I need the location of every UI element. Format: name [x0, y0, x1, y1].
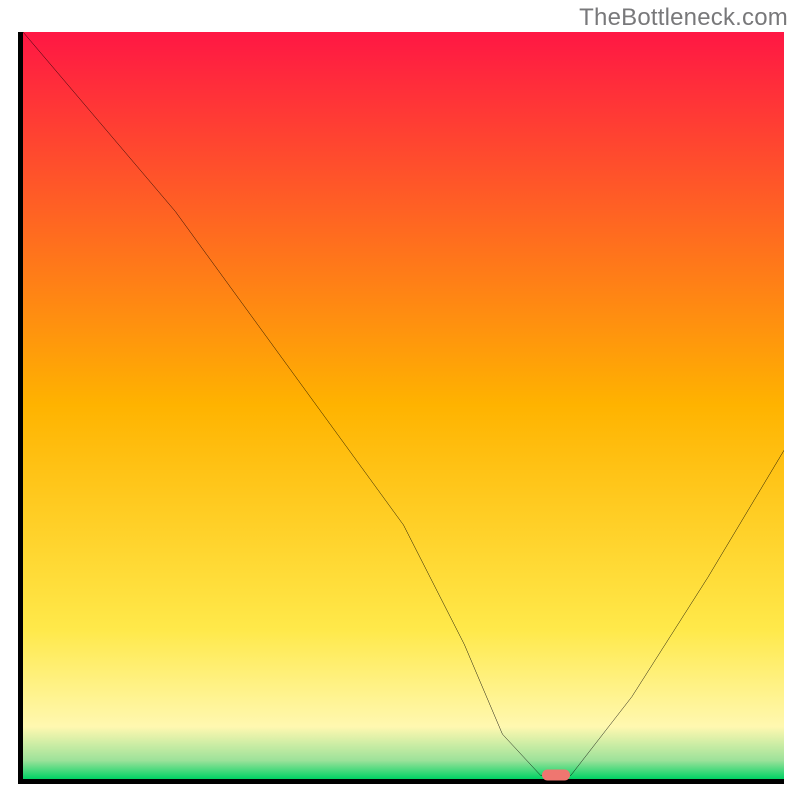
watermark-text: TheBottleneck.com [579, 4, 788, 32]
chart-container: TheBottleneck.com [0, 0, 800, 800]
plot-area [18, 32, 784, 784]
background-gradient [23, 32, 784, 779]
optimal-marker [542, 770, 570, 781]
